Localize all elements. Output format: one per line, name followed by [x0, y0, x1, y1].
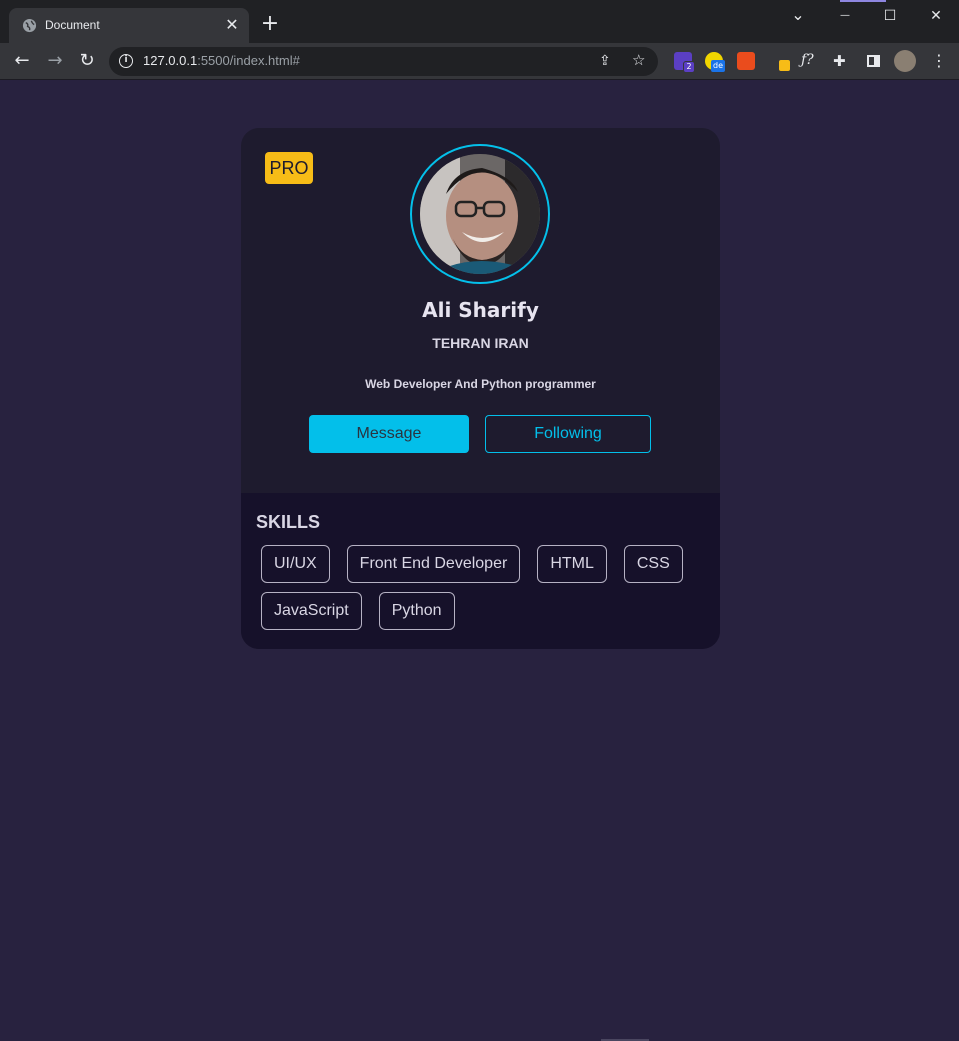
- globe-icon: [22, 18, 37, 33]
- puzzle-icon[interactable]: ✚: [833, 52, 851, 70]
- back-icon[interactable]: ←: [11, 50, 33, 72]
- profile-photo: [420, 154, 540, 274]
- star-icon[interactable]: ☆: [632, 52, 648, 68]
- plus-icon[interactable]: +: [259, 13, 281, 35]
- info-icon[interactable]: i: [119, 54, 133, 68]
- browser-tab[interactable]: Document ✕: [9, 8, 249, 43]
- reload-icon[interactable]: ↻: [76, 50, 98, 72]
- formula-extension-icon[interactable]: ƒ?: [801, 52, 819, 70]
- profile-bio: Web Developer And Python programmer: [365, 377, 596, 391]
- skill-tag: JavaScript: [261, 592, 362, 630]
- extension-icon-1[interactable]: 2: [674, 52, 695, 73]
- chevron-down-icon[interactable]: ⌄: [788, 5, 808, 25]
- avatar-icon[interactable]: [894, 50, 916, 72]
- share-icon[interactable]: ⇪: [599, 53, 615, 69]
- address-bar[interactable]: i 127.0.0.1:5500/index.html# ⇪ ☆: [109, 47, 658, 76]
- extension-icon-4[interactable]: [771, 52, 790, 71]
- browser-tab-bar: Document ✕ + ⌄ — ☐ ✕: [0, 0, 959, 43]
- close-icon[interactable]: ✕: [224, 17, 240, 33]
- url-text[interactable]: 127.0.0.1:5500/index.html#: [143, 53, 300, 68]
- skill-tag: Front End Developer: [346, 545, 521, 583]
- skill-tag: UI/UX: [261, 545, 330, 583]
- profile-location: TEHRAN IRAN: [432, 335, 529, 351]
- extension-badge: 2: [683, 61, 695, 73]
- minimize-icon[interactable]: —: [835, 6, 855, 26]
- profile-card: PRO Ali Sharify TEHRAN IRAN Web Develope…: [241, 128, 720, 649]
- message-button[interactable]: Message: [309, 415, 469, 453]
- skill-list: UI/UX Front End Developer HTML CSS JavaS…: [257, 545, 707, 630]
- menu-icon[interactable]: ⋮: [931, 52, 949, 70]
- extension-badge: de: [711, 60, 725, 72]
- close-window-icon[interactable]: ✕: [926, 6, 946, 26]
- sidebar-icon[interactable]: [865, 52, 883, 70]
- following-button[interactable]: Following: [485, 415, 651, 453]
- profile-name: Ali Sharify: [422, 298, 539, 322]
- forward-icon[interactable]: →: [44, 50, 66, 72]
- skill-tag: Python: [378, 592, 455, 630]
- window-accent-line: [840, 0, 886, 2]
- extension-icon-3[interactable]: [737, 52, 755, 70]
- avatar-ring: [410, 144, 550, 284]
- skill-tag: CSS: [623, 545, 683, 583]
- skills-section: SKILLS UI/UX Front End Developer HTML CS…: [241, 493, 720, 649]
- extension-icon-2[interactable]: de: [705, 52, 725, 72]
- avatar: [420, 154, 540, 274]
- skill-tag: HTML: [537, 545, 607, 583]
- maximize-icon[interactable]: ☐: [880, 6, 900, 26]
- tab-title: Document: [45, 18, 100, 32]
- pro-badge: PRO: [265, 152, 313, 184]
- skills-title: SKILLS: [256, 512, 321, 532]
- browser-toolbar: ← → ↻ i 127.0.0.1:5500/index.html# ⇪ ☆ 2…: [0, 43, 959, 80]
